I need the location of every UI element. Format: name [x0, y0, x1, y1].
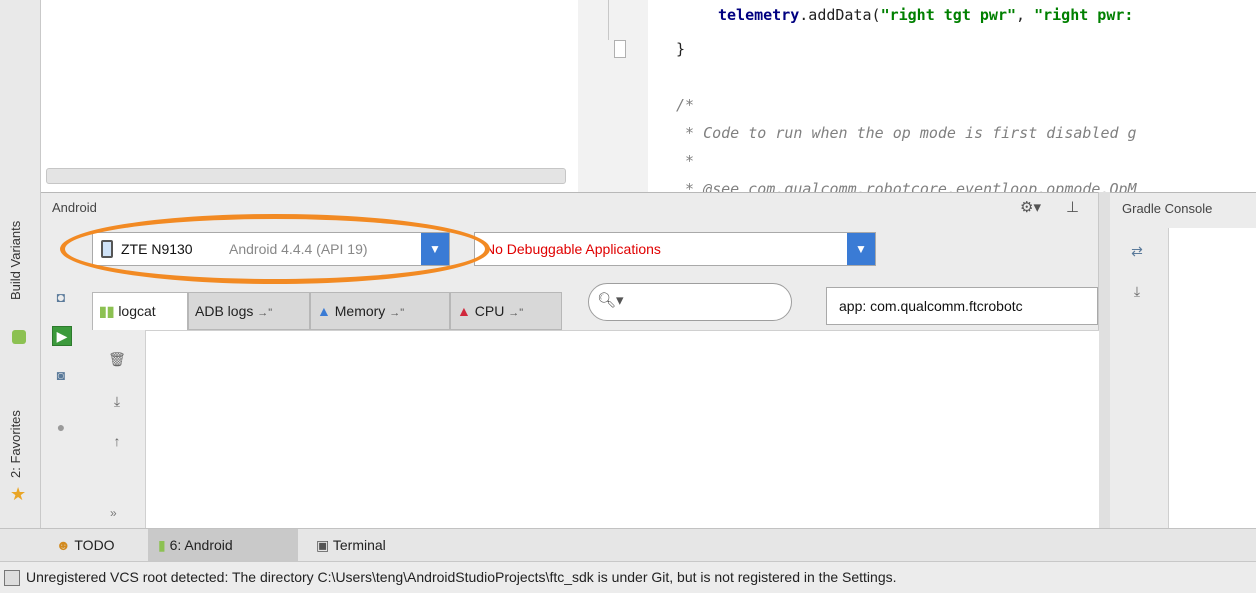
logcat-output[interactable] [145, 330, 1099, 529]
tab-terminal[interactable]: ▣ Terminal [306, 529, 396, 562]
cpu-icon: ▲ [457, 303, 471, 319]
code-comment: /* [676, 96, 695, 114]
app-selector[interactable]: No Debuggable Applications ▼ [474, 232, 876, 266]
tab-label: logcat [118, 303, 156, 319]
code-editor[interactable]: telemetry.addData("right tgt pwr", "righ… [648, 0, 1256, 192]
search-icon: 🔍︎▾ [597, 292, 624, 309]
gradle-toolbar: ⇄ ⤓ [1110, 228, 1169, 528]
device-detail: Android 4.4.4 (API 19) [229, 241, 368, 257]
code-line: telemetry.addData("right tgt pwr", "righ… [718, 6, 1133, 24]
trash-icon[interactable]: 🗑︎ [108, 350, 126, 368]
star-icon: ★ [10, 484, 27, 504]
app-selector-value: No Debuggable Applications [485, 241, 661, 257]
code-method: .addData( [799, 6, 881, 24]
android-tabs: ▮▮ logcat ADB logs →" ▲ Memory →" ▲ CPU … [92, 292, 562, 330]
pin-arrow-icon: →" [389, 307, 405, 319]
code-identifier: telemetry [718, 6, 800, 24]
horizontal-scrollbar[interactable] [46, 168, 566, 184]
screen-record-icon[interactable]: ◙ [52, 366, 70, 384]
logcat-search-input[interactable]: 🔍︎▾ [588, 283, 792, 321]
tab-adb-logs[interactable]: ADB logs →" [188, 292, 310, 330]
fold-line [608, 0, 609, 40]
tab-cpu[interactable]: ▲ CPU →" [450, 292, 562, 330]
chevron-down-icon[interactable]: ▼ [421, 233, 449, 265]
code-comment: * @see com.qualcomm.robotcore.eventloop.… [676, 180, 1137, 192]
editor-gutter [578, 0, 649, 192]
memory-icon: ▲ [317, 303, 331, 319]
hide-panel-icon[interactable]: ⊥ [1066, 198, 1079, 216]
gradle-console-output[interactable] [1169, 228, 1256, 528]
tab-label: Memory [334, 303, 386, 319]
status-message[interactable]: Unregistered VCS root detected: The dire… [26, 569, 897, 585]
project-pane [41, 0, 579, 192]
scroll-to-end-icon[interactable]: ⤓ [108, 392, 126, 410]
android-icon: ▮ [158, 537, 166, 553]
more-icon[interactable]: » [110, 506, 117, 520]
restart-icon[interactable]: ▶ [52, 326, 72, 346]
chevron-down-icon[interactable]: ▼ [847, 233, 875, 265]
code-sep: , [1016, 6, 1035, 24]
pin-arrow-icon: →" [508, 307, 524, 319]
android-panel-title: Android [52, 200, 97, 215]
device-name: ZTE N9130 [121, 241, 193, 257]
phone-icon [101, 240, 113, 258]
code-comment: * [676, 152, 695, 170]
tab-android[interactable]: ▮ 6: Android [148, 529, 298, 562]
tab-label: Terminal [332, 537, 386, 553]
android-icon [12, 330, 26, 344]
code-string: "right tgt pwr" [880, 6, 1017, 24]
bottom-tool-bar: ☻ TODO ▮ 6: Android ▣ Terminal [0, 528, 1256, 562]
code-comment: * Code to run when the op mode is first … [676, 124, 1137, 142]
gear-icon[interactable]: ⚙▾ [1020, 198, 1041, 216]
camera-icon[interactable]: ◘ [52, 288, 70, 306]
terminate-icon[interactable]: ● [52, 418, 70, 436]
soft-wrap-icon[interactable]: ⇄ [1128, 242, 1146, 260]
logcat-filter-select[interactable]: app: com.qualcomm.ftcrobotc [826, 287, 1098, 325]
left-tool-strip: Build Variants 2: Favorites ★ [0, 0, 41, 528]
code-line: } [676, 40, 686, 58]
filter-value: app: com.qualcomm.ftcrobotc [839, 298, 1023, 314]
build-variants-tab[interactable]: Build Variants [8, 221, 23, 300]
code-string: "right pwr: [1034, 6, 1134, 24]
todo-icon: ☻ [56, 537, 71, 553]
up-arrow-icon[interactable]: ↑ [108, 432, 126, 450]
tab-label: ADB logs [195, 303, 254, 319]
tab-memory[interactable]: ▲ Memory →" [310, 292, 450, 330]
status-bar: Unregistered VCS root detected: The dire… [0, 561, 1256, 593]
tab-logcat[interactable]: ▮▮ logcat [92, 292, 188, 330]
scroll-to-end-icon[interactable]: ⤓ [1128, 282, 1146, 300]
favorites-tab[interactable]: 2: Favorites [8, 410, 23, 478]
tab-label: CPU [474, 303, 505, 319]
fold-icon[interactable] [614, 40, 626, 58]
tab-label: 6: Android [169, 537, 233, 553]
logcat-icon: ▮▮ [99, 303, 115, 319]
tab-todo[interactable]: ☻ TODO [46, 529, 125, 562]
terminal-icon: ▣ [316, 537, 330, 553]
pin-arrow-icon: →" [257, 307, 273, 319]
status-toggle-icon[interactable] [4, 570, 20, 586]
logcat-toolbar: 🗑︎ ⤓ ↑ » [92, 330, 144, 528]
device-selector[interactable]: ZTE N9130 Android 4.4.4 (API 19) ▼ [92, 232, 450, 266]
gradle-console-title[interactable]: Gradle Console [1122, 201, 1212, 216]
tab-label: TODO [74, 537, 115, 553]
